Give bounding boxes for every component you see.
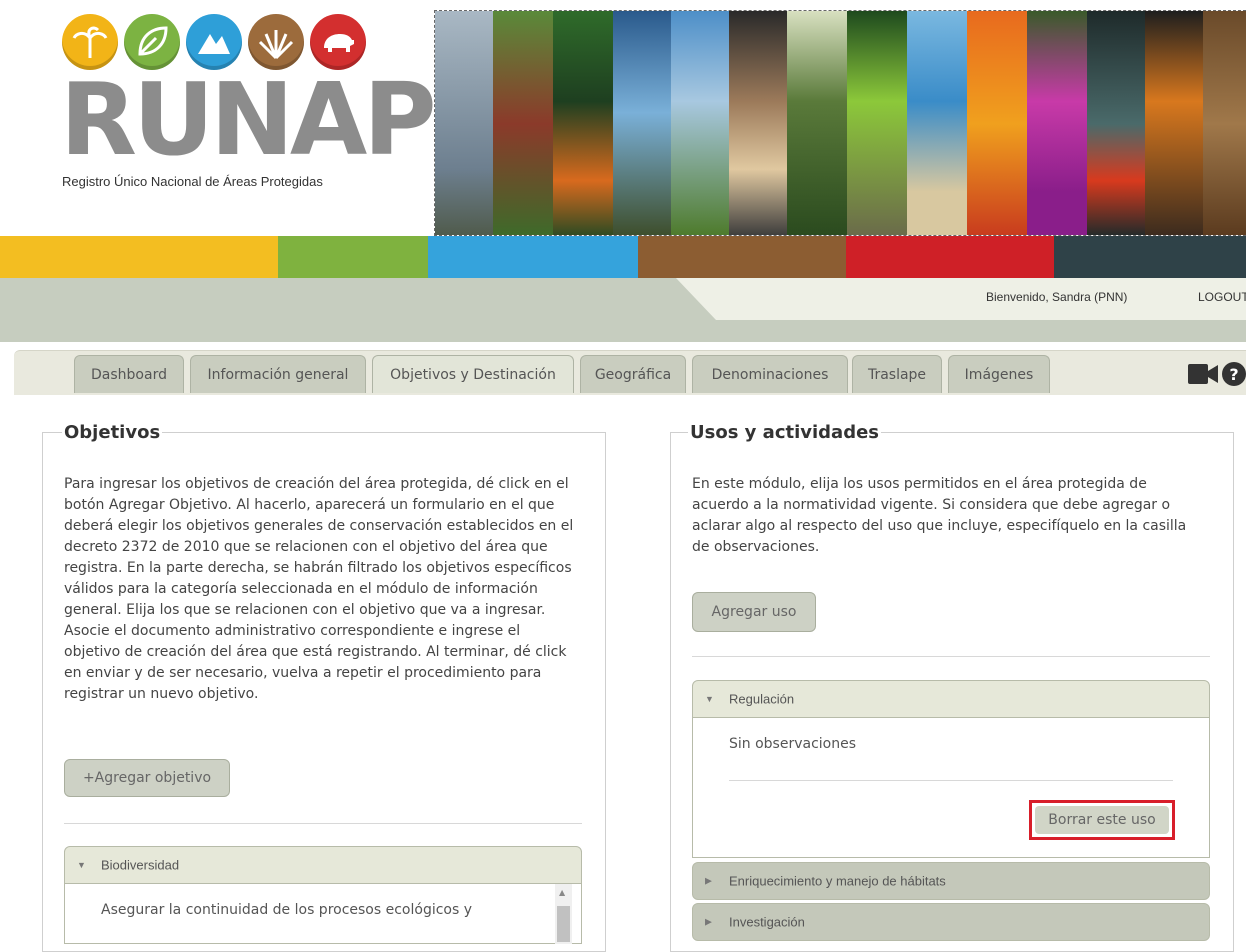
user-bar [0, 278, 1246, 342]
accordion-label: Investigación [729, 914, 805, 930]
delete-uso-label: Borrar este uso [1035, 806, 1169, 834]
site-header: RUNAP Registro Único Nacional de Áreas P… [0, 0, 1246, 240]
caret-down-icon: ▼ [705, 694, 714, 704]
color-strip [0, 236, 1246, 278]
caret-down-icon: ▼ [77, 860, 86, 870]
accordion-biodiversidad[interactable]: ▼ Biodiversidad [64, 846, 582, 884]
svg-text:?: ? [1229, 365, 1238, 384]
usos-title: Usos y actividades [688, 422, 882, 443]
tab-dashboard[interactable]: Dashboard [74, 355, 184, 393]
objetivos-description: Para ingresar los objetivos de creación … [64, 476, 574, 702]
accordion-label: Regulación [729, 691, 795, 707]
welcome-text: Bienvenido, Sandra (PNN) [986, 290, 1128, 304]
accordion-enriquecimiento[interactable]: ▶ Enriquecimiento y manejo de hábitats [692, 862, 1210, 900]
tab-objetivos-destinacion[interactable]: Objetivos y Destinación [372, 355, 574, 393]
observations-text: Sin observaciones [729, 736, 857, 752]
accordion-label: Enriquecimiento y manejo de hábitats [729, 873, 946, 889]
objetivos-title: Objetivos [62, 422, 163, 443]
scroll-up-icon[interactable]: ▲ [559, 888, 565, 897]
divider [729, 780, 1173, 781]
accordion-investigacion[interactable]: ▶ Investigación [692, 903, 1210, 941]
caret-right-icon: ▶ [705, 916, 712, 927]
accordion-body: Sin observaciones Borrar este uso [692, 718, 1210, 858]
logo-wordmark: RUNAP [60, 61, 437, 178]
divider [692, 656, 1210, 657]
tab-informacion-general[interactable]: Información general [190, 355, 366, 393]
tab-imagenes[interactable]: Imágenes [948, 355, 1050, 393]
scrollbar[interactable]: ▲ [555, 884, 572, 944]
logout-link[interactable]: LOGOUT [1198, 290, 1246, 304]
header-banner-image [434, 10, 1246, 236]
tab-denominaciones[interactable]: Denominaciones [692, 355, 848, 393]
add-uso-button[interactable]: Agregar uso [692, 592, 816, 632]
logo-subtitle: Registro Único Nacional de Áreas Protegi… [62, 174, 323, 189]
caret-right-icon: ▶ [705, 875, 712, 886]
help-icon[interactable]: ? [1222, 362, 1246, 390]
tab-geografica[interactable]: Geográfica [580, 355, 686, 393]
accordion-body: Asegurar la continuidad de los procesos … [64, 884, 582, 944]
objetivo-text: Asegurar la continuidad de los procesos … [101, 902, 473, 918]
accordion-label: Biodiversidad [101, 857, 180, 873]
usos-description: En este módulo, elija los usos permitido… [692, 476, 1187, 555]
accordion-regulacion[interactable]: ▼ Regulación [692, 680, 1210, 718]
divider [64, 823, 582, 824]
delete-uso-button[interactable]: Borrar este uso [1029, 800, 1175, 840]
tab-traslape[interactable]: Traslape [852, 355, 942, 393]
add-objetivo-button[interactable]: +Agregar objetivo [64, 759, 230, 797]
video-camera-icon[interactable] [1188, 362, 1218, 390]
